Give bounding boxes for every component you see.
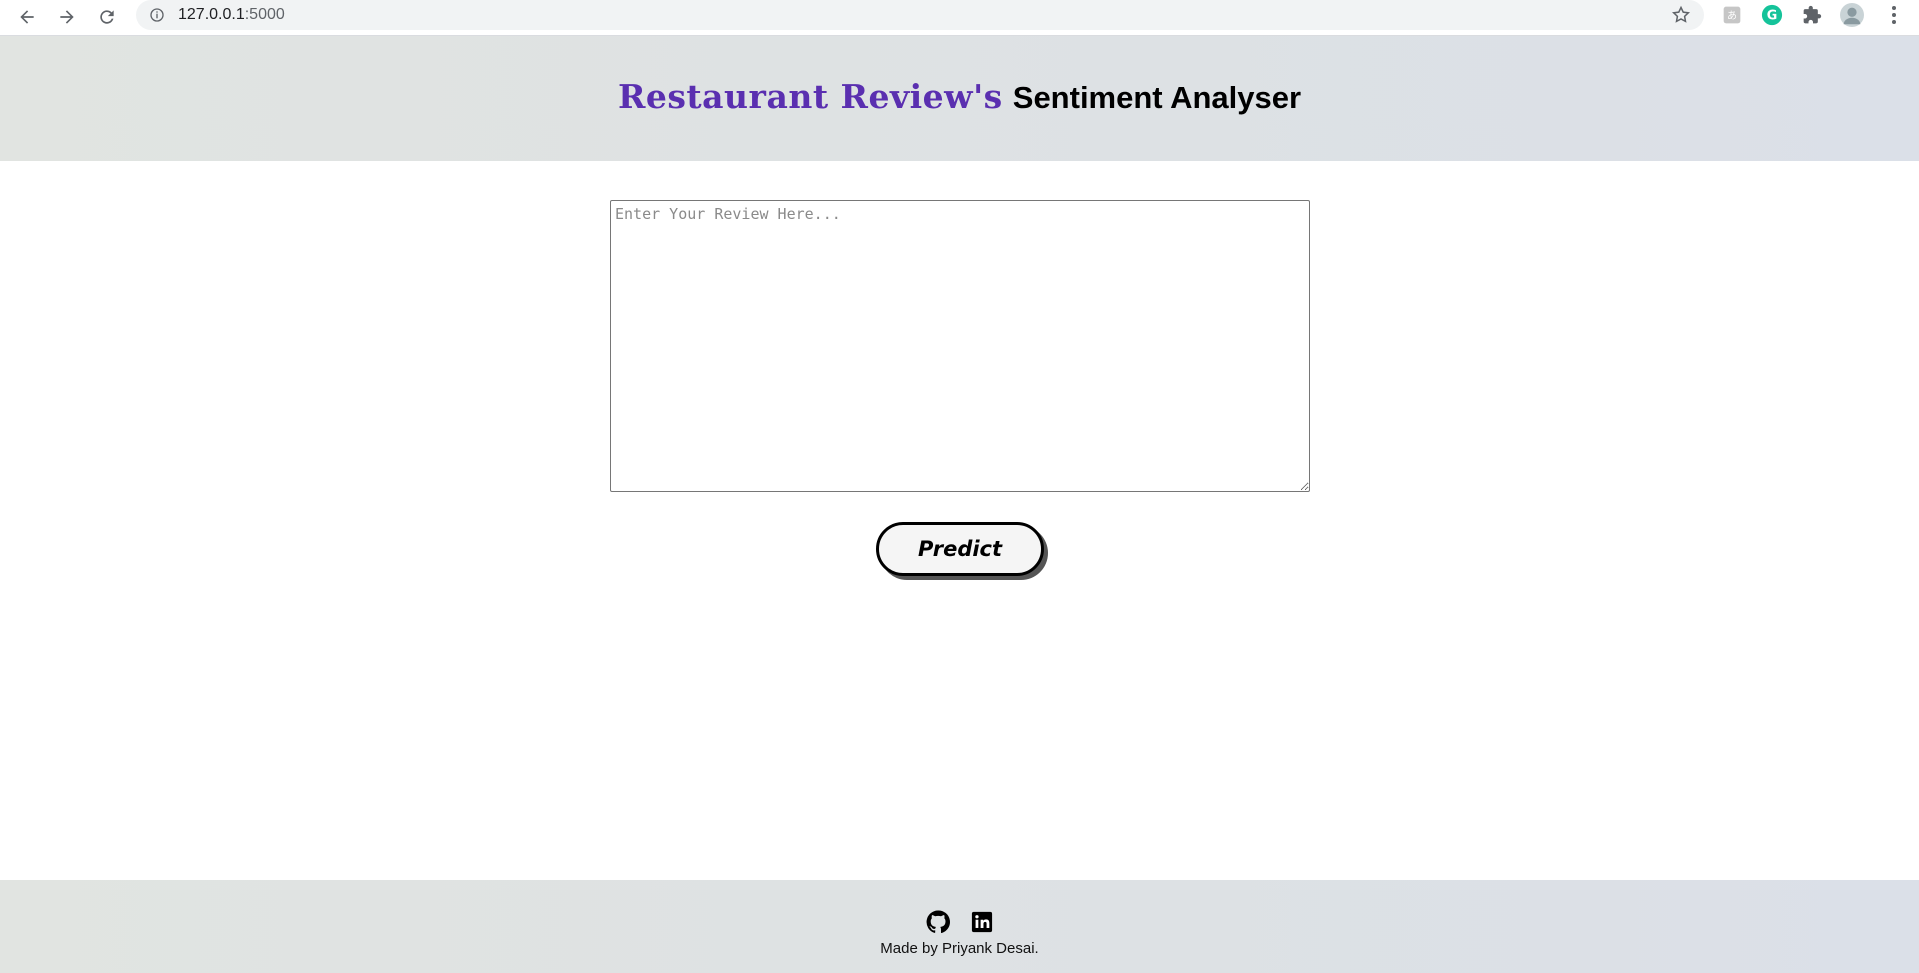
back-button[interactable]	[12, 2, 42, 32]
reload-button[interactable]	[92, 2, 122, 32]
url-text: 127.0.0.1:5000	[178, 6, 285, 24]
forward-button[interactable]	[52, 2, 82, 32]
svg-text:あ: あ	[1727, 10, 1737, 22]
url-port: :5000	[244, 6, 285, 23]
github-icon	[926, 910, 950, 934]
info-icon[interactable]	[148, 6, 166, 24]
reload-icon	[100, 10, 114, 24]
social-links	[0, 910, 1919, 934]
site-header: Restaurant Review's Sentiment Analyser	[0, 36, 1919, 161]
page-title: Restaurant Review's Sentiment Analyser	[618, 77, 1301, 120]
extension-translate-icon[interactable]: あ	[1720, 3, 1744, 27]
arrow-right-icon	[60, 10, 74, 24]
browser-toolbar: 127.0.0.1:5000 あ G	[0, 0, 1919, 36]
github-link[interactable]	[926, 910, 950, 934]
bookmark-star-icon[interactable]	[1670, 4, 1692, 26]
linkedin-icon	[971, 911, 992, 933]
site-footer: Made by Priyank Desai.	[0, 880, 1919, 973]
credit-text: Made by Priyank Desai.	[880, 940, 1039, 957]
address-bar[interactable]: 127.0.0.1:5000	[136, 0, 1704, 30]
predict-button[interactable]: Predict	[876, 522, 1044, 576]
linkedin-link[interactable]	[970, 910, 994, 934]
title-rest: Sentiment Analyser	[1012, 80, 1302, 115]
url-host: 127.0.0.1	[178, 6, 245, 23]
arrow-left-icon	[20, 10, 34, 24]
grammarly-icon[interactable]: G	[1760, 3, 1784, 27]
extensions-puzzle-icon[interactable]	[1800, 3, 1824, 27]
title-accent: Restaurant Review's	[617, 77, 1003, 116]
profile-avatar[interactable]	[1840, 3, 1864, 27]
browser-menu-icon[interactable]	[1882, 3, 1906, 27]
svg-text:G: G	[1767, 9, 1778, 24]
review-input[interactable]	[610, 200, 1310, 492]
